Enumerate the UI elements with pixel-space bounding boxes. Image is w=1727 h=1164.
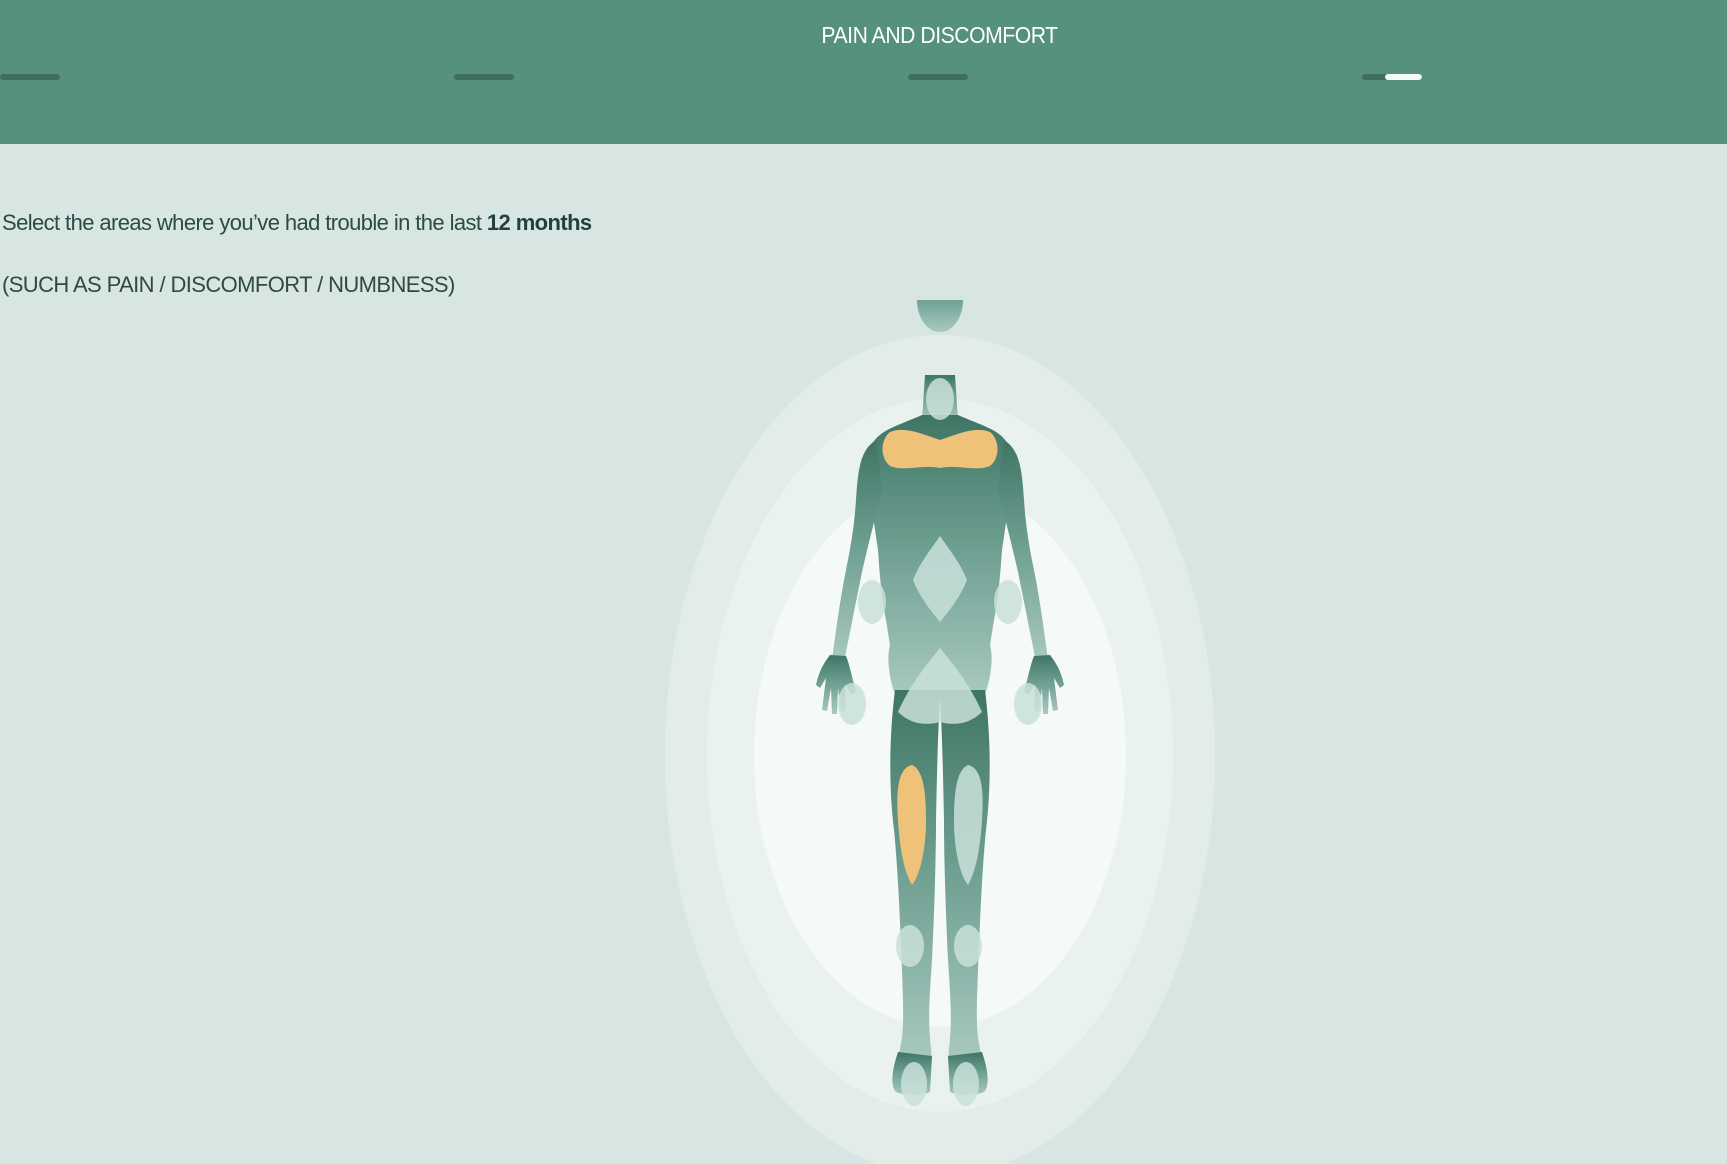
question-text: Select the areas where you’ve had troubl… — [2, 210, 592, 236]
progress-step-4-fill — [1384, 74, 1422, 80]
body-zone-neck[interactable] — [926, 378, 954, 420]
body-zone-right-knee[interactable] — [954, 925, 982, 967]
question-emphasis: 12 months — [486, 210, 592, 235]
body-zone-right-wrist[interactable] — [1014, 683, 1042, 725]
progress-step-4 — [1362, 74, 1422, 80]
body-zone-right-ankle[interactable] — [953, 1062, 979, 1106]
body-zone-left-elbow[interactable] — [858, 580, 886, 624]
progress-step-3 — [908, 74, 968, 80]
body-zone-right-elbow[interactable] — [994, 580, 1022, 624]
body-map-canvas — [665, 300, 1215, 1164]
progress-step-1 — [0, 74, 60, 80]
header-bar: PAIN AND DISCOMFORT — [0, 0, 1727, 144]
question-prefix: Select the areas where you’ve had troubl… — [2, 210, 487, 235]
body-zone-left-knee[interactable] — [896, 925, 924, 967]
body-map — [560, 300, 1320, 1164]
page-title: PAIN AND DISCOMFORT — [821, 22, 1058, 48]
body-zone-left-wrist[interactable] — [838, 683, 866, 725]
body-zone-left-ankle[interactable] — [901, 1062, 927, 1106]
question-subtitle: (SUCH AS PAIN / DISCOMFORT / NUMBNESS) — [2, 272, 455, 297]
progress-step-2 — [454, 74, 514, 80]
